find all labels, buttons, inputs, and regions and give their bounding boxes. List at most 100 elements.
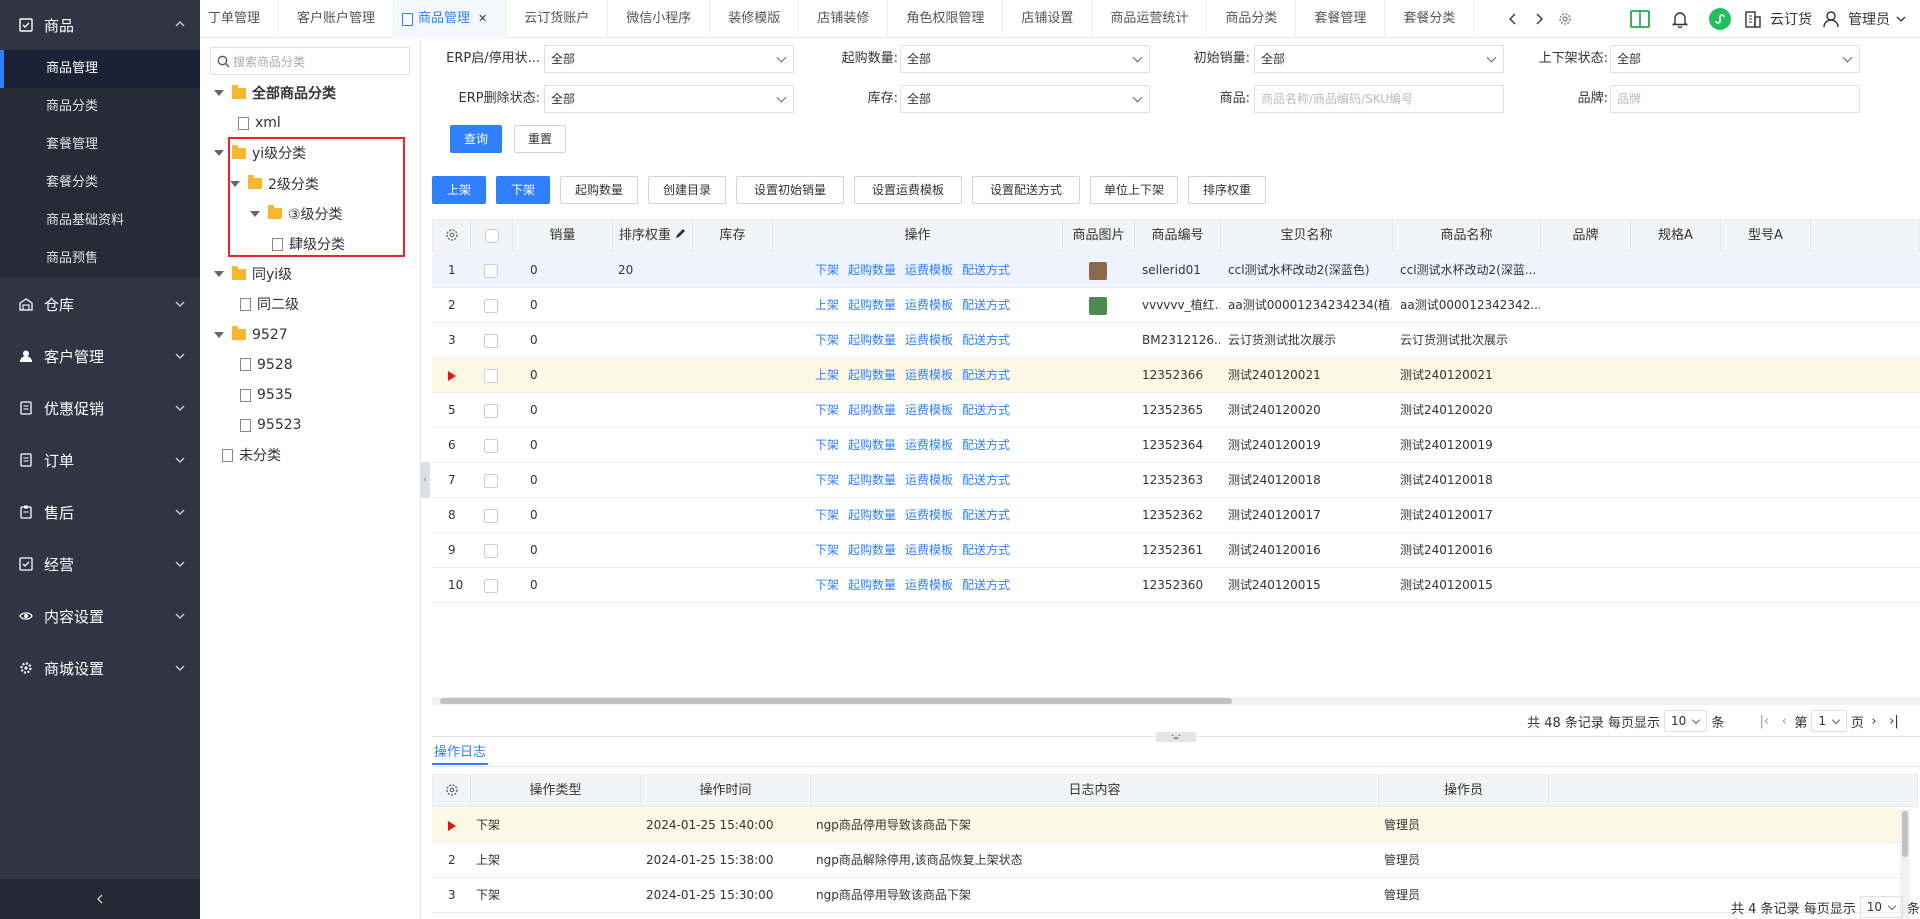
caret-down-icon[interactable] xyxy=(214,150,224,157)
filter-shelf-status-select[interactable]: 全部 xyxy=(1610,45,1860,73)
last-page-button[interactable]: ›| xyxy=(1884,714,1904,729)
menu-aftersale[interactable]: 售后 xyxy=(0,486,200,538)
row-checkbox[interactable] xyxy=(484,403,498,418)
log-scrollbar-thumb[interactable] xyxy=(1902,811,1908,857)
book-button[interactable] xyxy=(1620,0,1660,38)
tab-6[interactable]: 店铺装修 xyxy=(799,0,889,38)
action-link-2[interactable]: 配送方式 xyxy=(962,438,1010,452)
log-row[interactable]: 3 下架 2024-01-25 15:30:00 ngp商品停用导致该商品下架 管理员 xyxy=(432,878,1900,913)
reset-button[interactable]: 重置 xyxy=(514,125,566,153)
tab-11[interactable]: 套餐管理 xyxy=(1296,0,1386,38)
panel-collapse-handle[interactable]: ‹ xyxy=(420,462,430,498)
action-link-1[interactable]: 运费模板 xyxy=(905,438,953,452)
submenu-product-presale[interactable]: 商品预售 xyxy=(0,240,200,278)
tree-node[interactable]: xml xyxy=(238,111,281,135)
filter-brand-input[interactable]: 品牌 xyxy=(1610,85,1860,113)
row-checkbox[interactable] xyxy=(484,508,498,523)
shelf-toggle-link[interactable]: 下架 xyxy=(815,263,839,277)
tab-7[interactable]: 角色权限管理 xyxy=(888,0,1004,38)
shelf-toggle-link[interactable]: 上架 xyxy=(815,368,839,382)
brand-name[interactable]: 云订货 xyxy=(1770,9,1812,29)
table-row[interactable]: 10 0 下架 起购数量 运费模板 配送方式 12352360 测试240120015 测试24… xyxy=(432,568,1920,603)
filter-erp-status-select[interactable]: 全部 xyxy=(544,45,794,73)
menu-order[interactable]: 订单 xyxy=(0,434,200,486)
tab-4[interactable]: 微信小程序 xyxy=(608,0,711,38)
menu-gear[interactable]: 商城设置 xyxy=(0,642,200,694)
table-horizontal-scrollbar[interactable] xyxy=(432,697,1920,705)
submenu-package-category[interactable]: 套餐分类 xyxy=(0,164,200,202)
shelf-toggle-link[interactable]: 上架 xyxy=(815,298,839,312)
caret-down-icon[interactable] xyxy=(214,331,224,338)
tab-5[interactable]: 装修模版 xyxy=(710,0,800,38)
action-link-0[interactable]: 起购数量 xyxy=(848,333,896,347)
query-button[interactable]: 查询 xyxy=(450,125,502,153)
sidebar-collapse-button[interactable] xyxy=(0,879,200,919)
row-checkbox[interactable] xyxy=(484,333,498,348)
toolbar-button-6[interactable]: 设置配送方式 xyxy=(972,176,1080,204)
log-tab[interactable]: 操作日志 xyxy=(432,741,489,765)
action-link-2[interactable]: 配送方式 xyxy=(962,263,1010,277)
tree-node[interactable]: 同yi级 xyxy=(214,262,292,286)
tab-0[interactable]: 丁单管理 xyxy=(200,0,280,38)
action-link-1[interactable]: 运费模板 xyxy=(905,263,953,277)
shelf-toggle-link[interactable]: 下架 xyxy=(815,333,839,347)
page-size-select[interactable]: 10 xyxy=(1664,710,1708,732)
tab-1[interactable]: 客户账户管理 xyxy=(279,0,395,38)
menu-eye[interactable]: 内容设置 xyxy=(0,590,200,642)
first-page-button[interactable]: |‹ xyxy=(1754,714,1774,729)
tab-settings-button[interactable] xyxy=(1552,0,1578,38)
filter-min-qty-select[interactable]: 全部 xyxy=(900,45,1150,73)
product-thumbnail[interactable] xyxy=(1089,261,1107,280)
action-link-1[interactable]: 运费模板 xyxy=(905,368,953,382)
action-link-0[interactable]: 起购数量 xyxy=(848,473,896,487)
log-row[interactable]: 下架 2024-01-25 15:40:00 ngp商品停用导致该商品下架 管理员 xyxy=(432,808,1900,843)
filter-init-sales-select[interactable]: 全部 xyxy=(1254,45,1504,73)
action-link-0[interactable]: 起购数量 xyxy=(848,403,896,417)
mini-program-button[interactable] xyxy=(1700,0,1740,38)
action-link-1[interactable]: 运费模板 xyxy=(905,403,953,417)
row-checkbox[interactable] xyxy=(484,298,498,313)
table-row[interactable]: 8 0 下架 起购数量 运费模板 配送方式 12352362 测试240120017 测试240… xyxy=(432,498,1920,533)
filter-product-input[interactable]: 商品名称/商品编码/SKU编号 xyxy=(1254,85,1504,113)
table-row[interactable]: 1 0 20 下架 起购数量 运费模板 配送方式 sellerid01 ccl测试水杯改动2(深… xyxy=(432,253,1920,288)
row-checkbox[interactable] xyxy=(484,578,498,593)
submenu-package-manage[interactable]: 套餐管理 xyxy=(0,126,200,164)
tab-12[interactable]: 套餐分类 xyxy=(1385,0,1475,38)
close-icon[interactable]: ✕ xyxy=(478,12,487,25)
shelf-toggle-link[interactable]: 下架 xyxy=(815,543,839,557)
tree-node[interactable]: 9535 xyxy=(240,383,293,407)
row-checkbox[interactable] xyxy=(484,368,498,383)
table-row[interactable]: 5 0 下架 起购数量 运费模板 配送方式 12352365 测试240120020 测试240… xyxy=(432,393,1920,428)
action-link-2[interactable]: 配送方式 xyxy=(962,473,1010,487)
action-link-1[interactable]: 运费模板 xyxy=(905,578,953,592)
menu-warehouse[interactable]: 仓库 xyxy=(0,278,200,330)
shelf-toggle-link[interactable]: 下架 xyxy=(815,508,839,522)
action-link-0[interactable]: 起购数量 xyxy=(848,578,896,592)
row-checkbox[interactable] xyxy=(484,543,498,558)
shelf-toggle-link[interactable]: 下架 xyxy=(815,403,839,417)
row-checkbox[interactable] xyxy=(484,263,498,278)
caret-down-icon[interactable] xyxy=(214,90,224,96)
table-row[interactable]: 2 0 上架 起购数量 运费模板 配送方式 vvvvvv_植红... aa测试00001234… xyxy=(432,288,1920,323)
filter-erp-delete-select[interactable]: 全部 xyxy=(544,85,794,113)
row-checkbox[interactable] xyxy=(484,473,498,488)
tree-node[interactable]: 同二级 xyxy=(240,292,299,316)
tree-node[interactable]: 9527 xyxy=(214,323,288,347)
notification-button[interactable] xyxy=(1660,0,1700,38)
action-link-2[interactable]: 配送方式 xyxy=(962,298,1010,312)
action-link-1[interactable]: 运费模板 xyxy=(905,333,953,347)
tree-node[interactable]: 全部商品分类 xyxy=(214,81,336,105)
menu-business[interactable]: 经营 xyxy=(0,538,200,590)
tab-prev-button[interactable] xyxy=(1500,0,1526,38)
menu-product[interactable]: 商品 xyxy=(0,0,200,50)
select-all-checkbox[interactable] xyxy=(471,220,513,251)
toolbar-button-0[interactable]: 上架 xyxy=(432,176,486,204)
table-row[interactable]: 0 上架 起购数量 运费模板 配送方式 12352366 测试240120021 测试2401… xyxy=(432,358,1920,393)
user-menu-button[interactable] xyxy=(1818,0,1844,38)
action-link-2[interactable]: 配送方式 xyxy=(962,508,1010,522)
tab-10[interactable]: 商品分类 xyxy=(1207,0,1297,38)
shelf-toggle-link[interactable]: 下架 xyxy=(815,438,839,452)
next-page-button[interactable]: › xyxy=(1864,714,1884,729)
log-row[interactable]: 2 上架 2024-01-25 15:38:00 ngp商品解除停用,该商品恢复上架状… xyxy=(432,843,1900,878)
table-row[interactable]: 3 0 下架 起购数量 运费模板 配送方式 BM2312126... 云订货测试批次展示 云订货… xyxy=(432,323,1920,358)
